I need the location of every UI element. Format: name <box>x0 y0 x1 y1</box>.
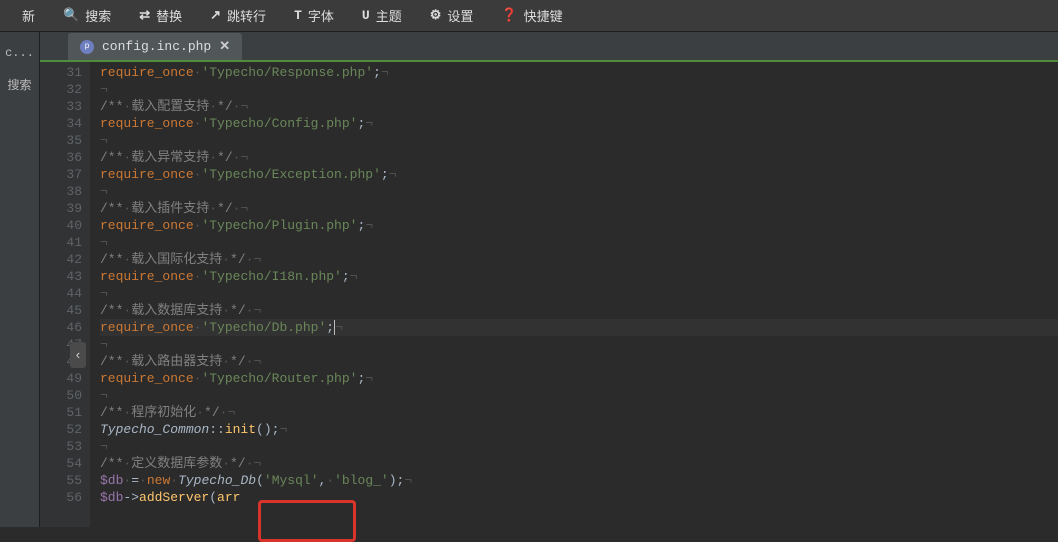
sidebar: c... 搜索 <box>0 32 40 527</box>
theme-icon: U <box>362 8 370 23</box>
goto-icon: ↗ <box>210 8 221 23</box>
refresh-label: 新 <box>22 6 35 25</box>
goto-label: 跳转行 <box>227 6 266 25</box>
theme-button[interactable]: U 主题 <box>348 0 416 31</box>
editor-area: p config.inc.php ✕ ‹ 3132333435363738394… <box>40 32 1058 527</box>
replace-icon: ⇄ <box>139 8 150 23</box>
settings-button[interactable]: ⚙ 设置 <box>416 0 488 31</box>
refresh-button[interactable]: 新 <box>8 0 49 31</box>
settings-label: 设置 <box>447 6 473 25</box>
search-icon: 🔍 <box>63 8 79 23</box>
gutter: 3132333435363738394041424344454647484950… <box>40 62 90 527</box>
font-label: 字体 <box>308 6 334 25</box>
code-content[interactable]: require_once·'Typecho/Response.php';¬¬/*… <box>90 62 1058 527</box>
chevron-left-icon[interactable]: ‹ <box>70 342 86 368</box>
replace-button[interactable]: ⇄ 替换 <box>125 0 196 31</box>
shortcuts-label: 快捷键 <box>524 6 563 25</box>
php-icon: p <box>80 40 94 54</box>
gear-icon: ⚙ <box>430 8 442 23</box>
toolbar: 新 🔍 搜索 ⇄ 替换 ↗ 跳转行 T 字体 U 主题 ⚙ 设置 ❓ 快捷键 <box>0 0 1058 32</box>
sidebar-item-1[interactable]: c... <box>1 38 38 68</box>
close-icon[interactable]: ✕ <box>219 39 230 54</box>
font-icon: T <box>294 8 302 23</box>
shortcuts-button[interactable]: ❓ 快捷键 <box>487 0 576 31</box>
help-icon: ❓ <box>501 8 517 23</box>
goto-button[interactable]: ↗ 跳转行 <box>196 0 280 31</box>
theme-label: 主题 <box>376 6 402 25</box>
code-area[interactable]: 3132333435363738394041424344454647484950… <box>40 62 1058 527</box>
font-button[interactable]: T 字体 <box>280 0 348 31</box>
tab-config[interactable]: p config.inc.php ✕ <box>68 33 242 60</box>
search-label: 搜索 <box>85 6 111 25</box>
tabbar: p config.inc.php ✕ <box>40 32 1058 62</box>
replace-label: 替换 <box>156 6 182 25</box>
tab-filename: config.inc.php <box>102 39 211 54</box>
search-button[interactable]: 🔍 搜索 <box>49 0 125 31</box>
sidebar-item-search[interactable]: 搜索 <box>3 68 35 101</box>
